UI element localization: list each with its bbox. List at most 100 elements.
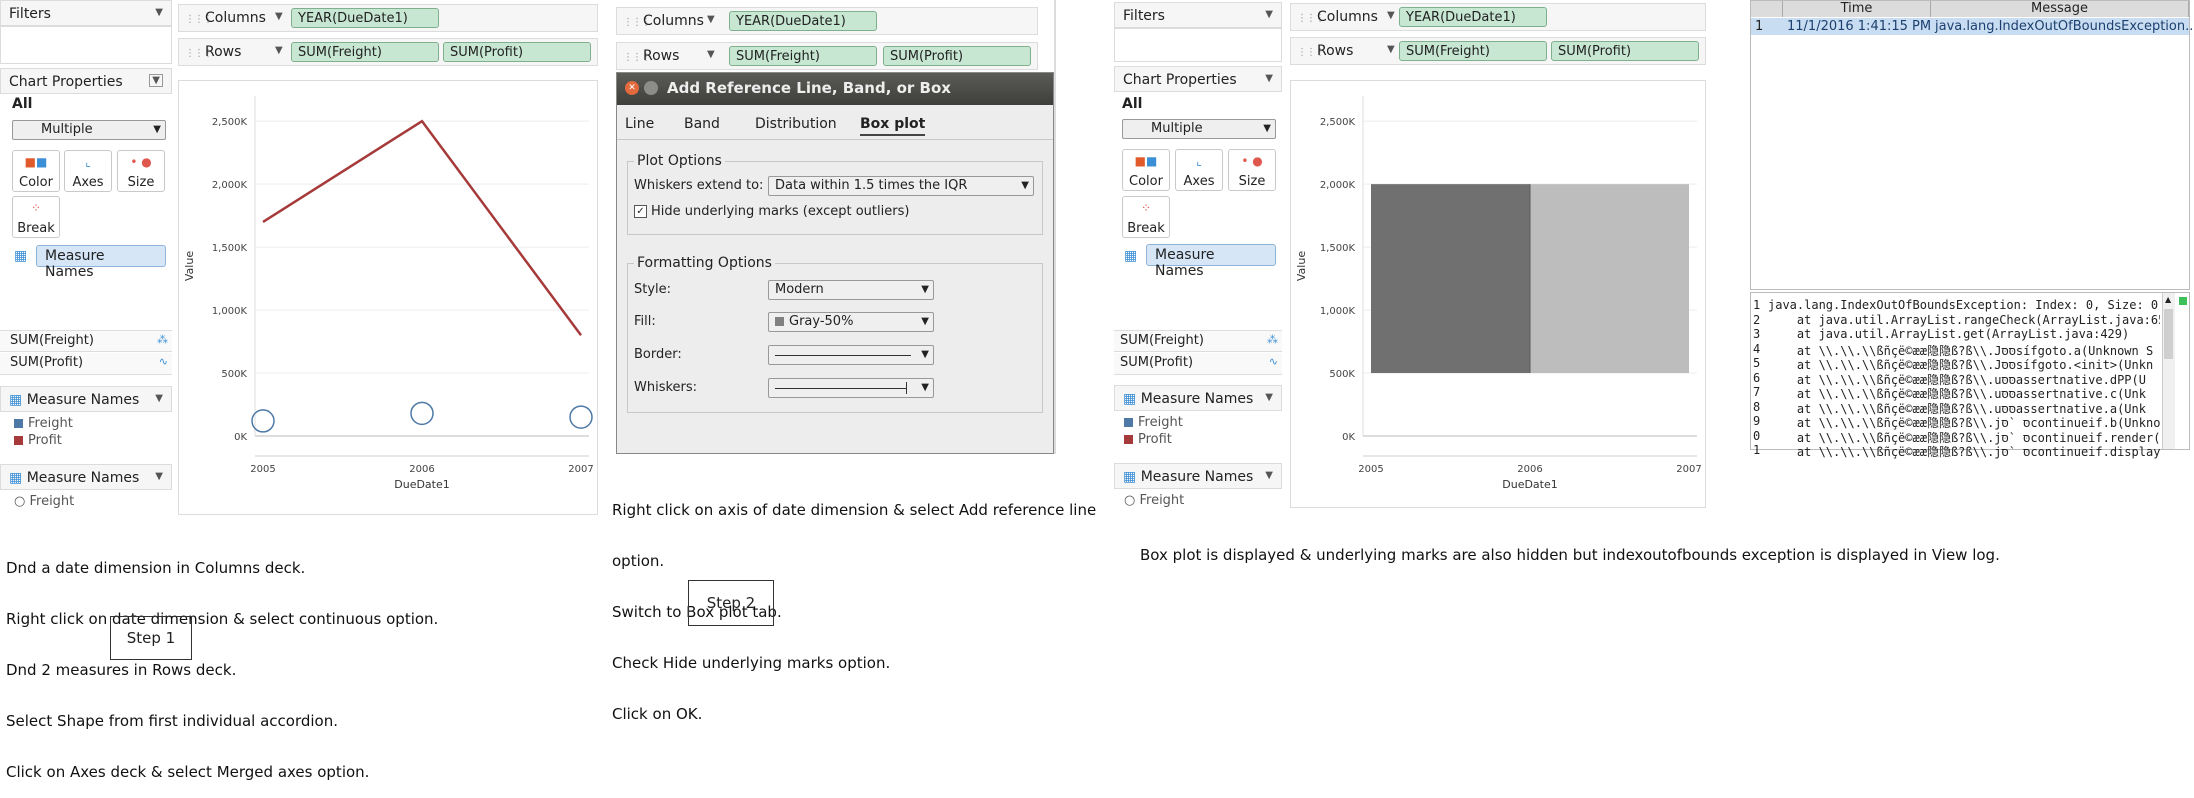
freight-swatch	[14, 419, 23, 428]
whiskers-extend-label: Whiskers extend to:	[634, 178, 764, 193]
rows-shelf-3[interactable]: ⋮⋮⋮Rows ▼ SUM(Freight) SUM(Profit)	[1290, 37, 1706, 65]
hide-marks-row[interactable]: ✓ Hide underlying marks (except outliers)	[634, 204, 909, 219]
shape-legend-title: Measure Names	[1140, 469, 1254, 485]
chevron-down-icon[interactable]: ▼	[1387, 44, 1395, 55]
fill-select[interactable]: Gray-50% ▼	[768, 312, 934, 332]
hide-marks-checkbox[interactable]: ✓	[634, 205, 647, 218]
shape-freight-label: Freight	[29, 494, 75, 509]
y-tick-label: 1,000K	[1320, 306, 1356, 317]
break-button[interactable]: ⁘ Break	[12, 196, 60, 238]
chevron-down-icon[interactable]: ▼	[1265, 392, 1273, 403]
chevron-down-icon[interactable]: ▼	[155, 393, 163, 404]
size-button[interactable]: • ● Size	[1228, 149, 1276, 191]
columns-pill[interactable]: YEAR(DueDate1)	[291, 8, 439, 28]
columns-label: Columns	[205, 10, 266, 26]
legend-header[interactable]: ▦ Measure Names ▼	[1114, 385, 1282, 411]
rows-shelf[interactable]: ⋮⋮⋮Rows ▼ SUM(Freight) SUM(Profit)	[178, 38, 598, 66]
rows-shelf-2[interactable]: ⋮⋮⋮Rows ▼ SUM(Freight) SUM(Profit)	[616, 42, 1038, 70]
filters-drop-area[interactable]	[1114, 28, 1282, 62]
rows-pill-profit[interactable]: SUM(Profit)	[443, 42, 591, 62]
close-icon[interactable]: ✕	[625, 81, 639, 95]
scroll-up-icon[interactable]: ▲	[2165, 295, 2171, 304]
log-row[interactable]: 1 11/1/2016 1:41:15 PM java.lang.IndexOu…	[1751, 18, 2194, 35]
measure-profit-row[interactable]: SUM(Profit) ∿	[0, 353, 172, 375]
box-lower-half	[1371, 184, 1530, 374]
measure-freight-row[interactable]: SUM(Freight) ⁂	[0, 330, 172, 352]
columns-pill[interactable]: YEAR(DueDate1)	[1399, 7, 1547, 27]
left-panel-1: Filters ▼ Chart Properties ▼ All Multipl…	[0, 0, 172, 515]
step1-instructions: Dnd a date dimension in Columns deck. Ri…	[6, 526, 438, 798]
rows-label: Rows	[205, 44, 242, 60]
legend-header[interactable]: ▦ Measure Names ▼	[0, 386, 172, 412]
border-select[interactable]: ▼	[768, 345, 934, 365]
columns-pill[interactable]: YEAR(DueDate1)	[729, 11, 877, 31]
axes-button[interactable]: ⌞ Axes	[64, 150, 112, 192]
rows-pill-profit[interactable]: SUM(Profit)	[1551, 41, 1699, 61]
columns-label: Columns	[1317, 9, 1378, 25]
size-icon: • ●	[1241, 154, 1263, 168]
measure-names-pill[interactable]: Measure Names	[1146, 244, 1276, 279]
y-tick-label: 1,000K	[212, 306, 248, 317]
chevron-down-icon[interactable]: ▼	[707, 49, 715, 60]
mark-type-select[interactable]: Multiple ▼	[1122, 119, 1276, 139]
chart-properties-header[interactable]: Chart Properties ▼	[1114, 66, 1282, 92]
filters-header[interactable]: Filters ▼	[1114, 2, 1282, 28]
axes-button[interactable]: ⌞ Axes	[1175, 149, 1223, 191]
chevron-down-icon[interactable]: ▼	[1387, 10, 1395, 21]
chevron-down-icon[interactable]: ▼	[275, 11, 283, 22]
filters-header[interactable]: Filters ▼	[0, 0, 172, 26]
chevron-down-icon[interactable]: ▼	[155, 471, 163, 482]
step2-instructions: Right click on axis of date dimension & …	[612, 468, 1096, 740]
rows-pill-freight[interactable]: SUM(Freight)	[729, 46, 877, 66]
rows-pill-freight[interactable]: SUM(Freight)	[1399, 41, 1547, 61]
measure-profit-label: SUM(Profit)	[1120, 355, 1194, 370]
style-select[interactable]: Modern ▼	[768, 280, 934, 300]
break-button[interactable]: ⁘ Break	[1122, 196, 1170, 238]
chevron-down-icon: ▼	[1263, 123, 1271, 134]
x-tick-label: 2006	[409, 464, 434, 475]
minimize-icon[interactable]	[644, 81, 658, 95]
step1-instruction: Right click on date dimension & select c…	[6, 610, 439, 628]
measure-profit-row[interactable]: SUM(Profit) ∿	[1114, 353, 1282, 375]
break-label: Break	[1127, 221, 1165, 236]
columns-label: Columns	[643, 13, 704, 29]
profit-swatch	[14, 436, 23, 445]
scroll-thumb[interactable]	[2164, 309, 2173, 359]
tab-divider	[617, 139, 1053, 140]
shape-legend-header[interactable]: ▦ Measure Names ▼	[0, 464, 172, 490]
log-scrollbar[interactable]: ▲	[2162, 293, 2175, 449]
chevron-down-icon: ▼	[921, 316, 929, 327]
plot-options-label: Plot Options	[634, 153, 725, 169]
tab-box-plot[interactable]: Box plot	[860, 116, 926, 136]
tab-band[interactable]: Band	[684, 116, 720, 132]
log-trace-line: at java.util.ArrayList.rangeCheck(ArrayL…	[1768, 312, 2160, 327]
whiskers-select[interactable]: ▼	[768, 378, 934, 398]
chevron-down-icon[interactable]: ▼	[275, 45, 283, 56]
rows-pill-freight[interactable]: SUM(Freight)	[291, 42, 439, 62]
columns-shelf-2[interactable]: ⋮⋮⋮Columns ▼ YEAR(DueDate1)	[616, 7, 1038, 35]
chevron-down-icon[interactable]: ▼	[1265, 470, 1273, 481]
whiskers-extend-select[interactable]: Data within 1.5 times the IQR ▼	[768, 176, 1034, 196]
chart-properties-header[interactable]: Chart Properties ▼	[0, 68, 172, 94]
chevron-down-icon[interactable]: ▼	[155, 7, 163, 18]
grip-icon: ⋮⋮⋮	[1297, 13, 1325, 24]
measure-names-pill[interactable]: Measure Names	[36, 245, 166, 280]
chevron-down-icon[interactable]: ▼	[149, 74, 163, 87]
columns-shelf-3[interactable]: ⋮⋮⋮Columns ▼ YEAR(DueDate1)	[1290, 3, 1706, 31]
size-button[interactable]: • ● Size	[117, 150, 165, 192]
step2-instruction: Right click on axis of date dimension & …	[612, 501, 1097, 519]
rows-pill-profit[interactable]: SUM(Profit)	[883, 46, 1031, 66]
chevron-down-icon[interactable]: ▼	[1265, 73, 1273, 84]
color-button[interactable]: ■■ Color	[12, 150, 60, 192]
mark-type-select[interactable]: Multiple ▼	[12, 120, 166, 140]
columns-shelf[interactable]: ⋮⋮⋮Columns ▼ YEAR(DueDate1)	[178, 4, 598, 32]
chevron-down-icon[interactable]: ▼	[1265, 9, 1273, 20]
shape-legend-header[interactable]: ▦ Measure Names ▼	[1114, 463, 1282, 489]
filters-drop-area[interactable]	[0, 26, 172, 64]
tab-line[interactable]: Line	[625, 116, 654, 132]
step1-instruction: Click on Axes deck & select Merged axes …	[6, 763, 370, 781]
measure-freight-row[interactable]: SUM(Freight) ⁂	[1114, 330, 1282, 352]
tab-distribution[interactable]: Distribution	[755, 116, 837, 132]
chevron-down-icon[interactable]: ▼	[707, 14, 715, 25]
color-button[interactable]: ■■ Color	[1122, 149, 1170, 191]
